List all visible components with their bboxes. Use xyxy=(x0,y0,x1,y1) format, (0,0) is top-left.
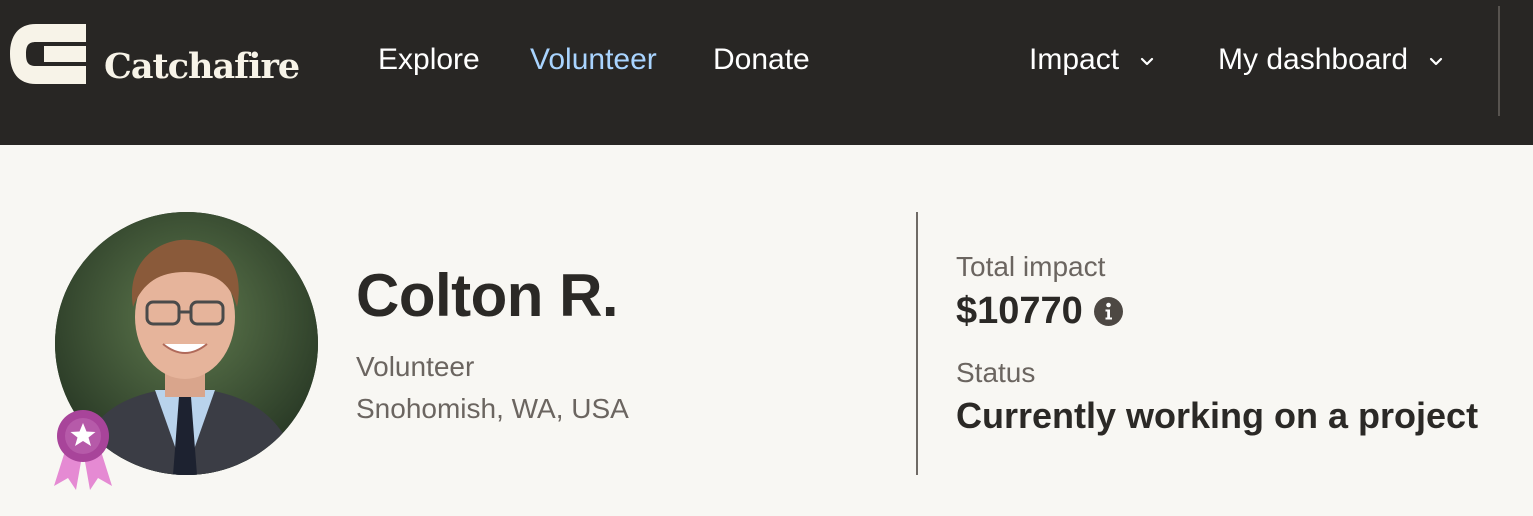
info-icon[interactable] xyxy=(1093,296,1123,326)
nav-impact-dropdown[interactable]: Impact xyxy=(1029,42,1155,78)
catchafire-logo-icon xyxy=(10,24,86,84)
chevron-down-icon xyxy=(1141,57,1154,66)
nav-explore-link[interactable]: Explore xyxy=(378,42,480,78)
total-impact-amount: $10770 xyxy=(956,290,1083,332)
top-navigation-bar: Catchafire Explore Volunteer Donate Impa… xyxy=(0,0,1533,145)
nav-volunteer-link[interactable]: Volunteer xyxy=(530,42,657,78)
nav-dashboard-dropdown[interactable]: My dashboard xyxy=(1218,42,1444,78)
catchafire-logo-link[interactable]: Catchafire xyxy=(10,24,300,87)
section-divider xyxy=(916,212,918,475)
profile-name: Colton R. xyxy=(356,262,619,329)
chevron-down-icon xyxy=(1430,57,1443,66)
total-impact-label: Total impact xyxy=(956,251,1106,282)
profile-location: Snohomish, WA, USA xyxy=(356,393,629,424)
nav-dashboard-label: My dashboard xyxy=(1218,43,1409,76)
header-divider xyxy=(1498,6,1500,116)
status-value: Currently working on a project xyxy=(956,395,1479,436)
nav-donate-link[interactable]: Donate xyxy=(713,42,810,78)
total-impact-value: $10770 xyxy=(956,290,1123,332)
nav-impact-label: Impact xyxy=(1029,43,1120,76)
brand-name: Catchafire xyxy=(104,46,300,87)
status-label: Status xyxy=(956,357,1036,388)
profile-role: Volunteer xyxy=(356,351,475,382)
award-ribbon-icon xyxy=(54,410,112,490)
